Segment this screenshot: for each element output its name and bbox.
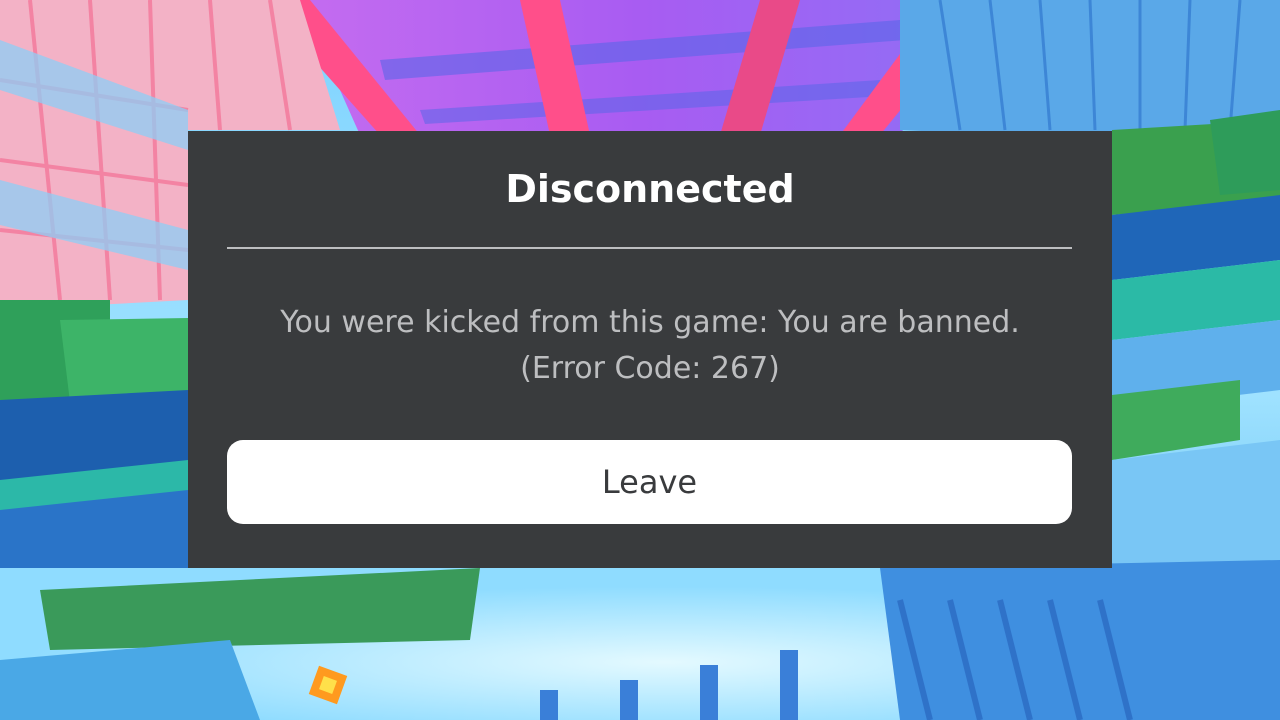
disconnected-dialog: Disconnected You were kicked from this g… <box>188 131 1112 568</box>
divider <box>227 247 1072 249</box>
dialog-message: You were kicked from this game: You are … <box>208 300 1092 392</box>
kick-reason-text: You were kicked from this game: You are … <box>280 305 1020 340</box>
dialog-title: Disconnected <box>505 167 795 211</box>
error-code-text: (Error Code: 267) <box>520 351 780 386</box>
leave-button[interactable]: Leave <box>227 440 1072 524</box>
